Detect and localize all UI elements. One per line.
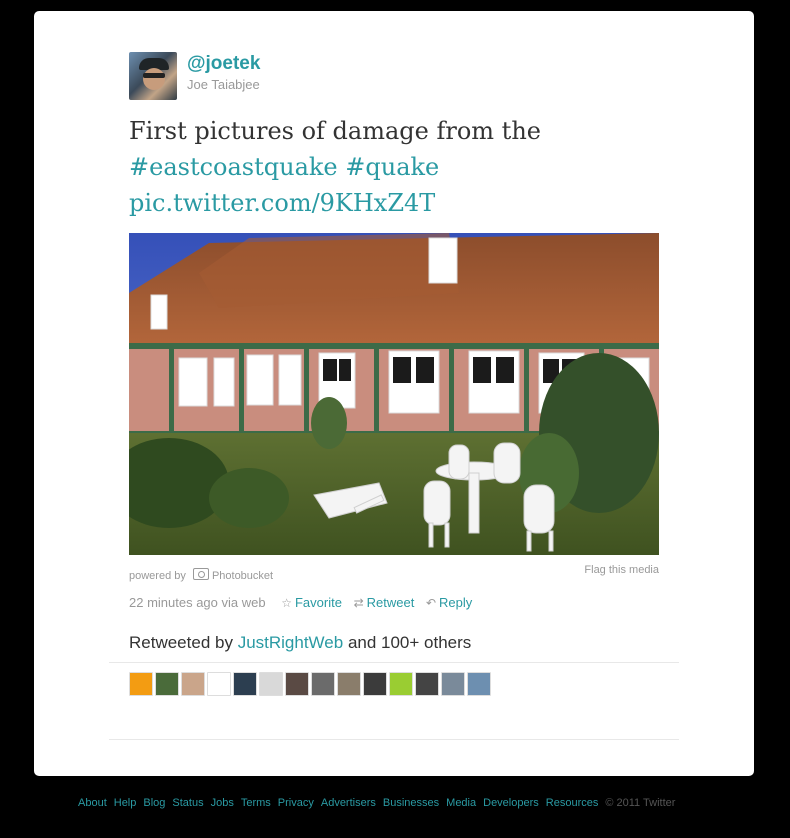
retweeter-avatar[interactable] <box>363 672 387 696</box>
retweeter-avatar[interactable] <box>285 672 309 696</box>
retweeter-avatar[interactable] <box>207 672 231 696</box>
tweet-card: @joetek Joe Taiabjee First pictures of d… <box>34 11 754 776</box>
retweeter-avatar[interactable] <box>441 672 465 696</box>
user-avatar[interactable] <box>129 52 177 100</box>
retweeter-avatar[interactable] <box>467 672 491 696</box>
tweet-photo[interactable] <box>129 233 659 555</box>
hashtag-link[interactable]: #eastcoastquake <box>129 153 338 181</box>
hashtag-link[interactable]: #quake <box>345 153 439 181</box>
footer-link-privacy[interactable]: Privacy <box>278 797 314 809</box>
reply-button[interactable]: ↶ Reply <box>426 595 472 610</box>
footer-link-terms[interactable]: Terms <box>241 797 271 809</box>
screen-name-link[interactable]: @joetek <box>187 53 260 75</box>
tweet-actions: 22 minutes ago via web ☆ Favorite ⇄ Retwee… <box>129 595 472 610</box>
retweet-icon: ⇄ <box>353 596 364 610</box>
favorite-button[interactable]: ☆ Favorite <box>281 595 342 610</box>
favorite-label: Favorite <box>294 595 342 610</box>
retweeted-by-suffix: and 100+ others <box>347 633 472 652</box>
retweeter-avatars <box>129 672 491 696</box>
tweet-text: First pictures of damage from the #eastc… <box>129 113 669 221</box>
reply-icon: ↶ <box>425 596 437 610</box>
footer-link-resources[interactable]: Resources <box>546 797 599 809</box>
camera-icon <box>192 568 209 580</box>
retweeter-avatar[interactable] <box>155 672 179 696</box>
footer-link-media[interactable]: Media <box>446 797 476 809</box>
retweet-label: Retweet <box>366 595 415 610</box>
footer-link-advertisers[interactable]: Advertisers <box>321 797 376 809</box>
retweeted-by: Retweeted by JustRightWeb and 100+ other… <box>129 633 471 653</box>
footer-link-developers[interactable]: Developers <box>483 797 539 809</box>
tweet-timestamp[interactable]: 22 minutes ago via web <box>129 595 266 610</box>
footer-link-about[interactable]: About <box>78 797 107 809</box>
footer-link-jobs[interactable]: Jobs <box>211 797 234 809</box>
real-name: Joe Taiabjee <box>187 77 260 92</box>
retweeter-avatar[interactable] <box>311 672 335 696</box>
powered-by: powered by Photobucket <box>129 568 273 582</box>
media-link[interactable]: pic.twitter.com/9KHxZ4T <box>129 189 435 217</box>
powered-by-label: powered by <box>129 570 186 582</box>
retweet-button[interactable]: ⇄ Retweet <box>354 595 415 610</box>
retweeter-avatar[interactable] <box>415 672 439 696</box>
divider <box>109 662 679 663</box>
photo-provider-link[interactable]: Photobucket <box>212 570 273 582</box>
reply-label: Reply <box>439 595 473 610</box>
divider <box>109 739 679 740</box>
footer: About Help Blog Status Jobs Terms Privacy Adver… <box>78 797 675 809</box>
star-icon: ☆ <box>281 596 292 610</box>
flag-media-link[interactable]: Flag this media <box>584 564 659 576</box>
retweeter-avatar[interactable] <box>233 672 257 696</box>
footer-link-businesses[interactable]: Businesses <box>383 797 439 809</box>
copyright: © 2011 Twitter <box>605 797 676 809</box>
footer-link-status[interactable]: Status <box>172 797 203 809</box>
retweeter-avatar[interactable] <box>259 672 283 696</box>
footer-link-blog[interactable]: Blog <box>143 797 165 809</box>
retweeter-avatar[interactable] <box>129 672 153 696</box>
retweeter-avatar[interactable] <box>337 672 361 696</box>
tweet-text-body: First pictures of damage from the <box>129 117 541 145</box>
footer-link-help[interactable]: Help <box>114 797 137 809</box>
retweeter-avatar[interactable] <box>181 672 205 696</box>
retweeted-by-prefix: Retweeted by <box>129 633 233 652</box>
retweeter-link[interactable]: JustRightWeb <box>238 633 344 652</box>
retweeter-avatar[interactable] <box>389 672 413 696</box>
